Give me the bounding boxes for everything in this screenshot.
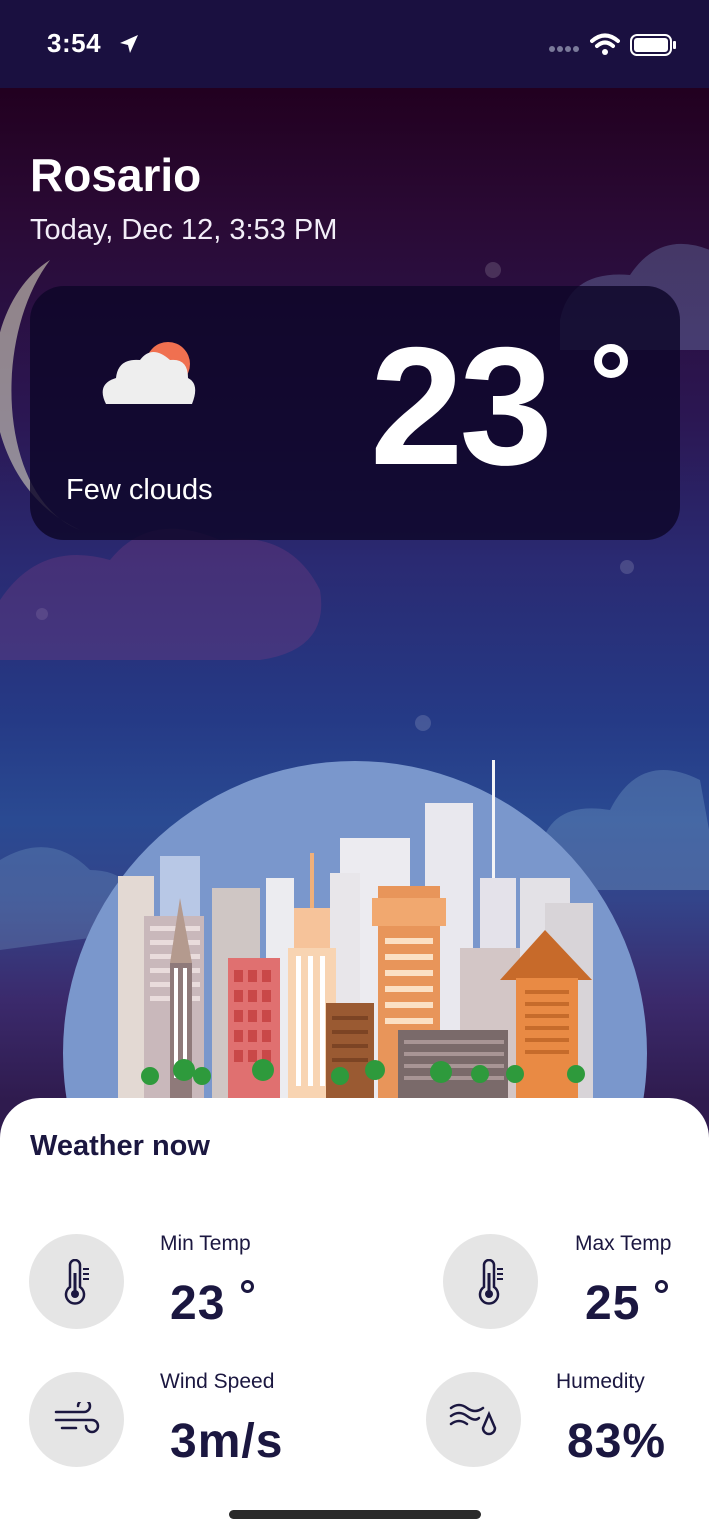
degree-symbol: [594, 344, 628, 378]
min-temp-value: 23: [170, 1277, 226, 1330]
status-time: 3:54: [47, 28, 102, 58]
max-temp-label: Max Temp: [575, 1232, 672, 1255]
min-temp-label: Min Temp: [160, 1232, 251, 1255]
current-temperature: 23: [370, 312, 553, 500]
city-globe-illustration: [63, 760, 647, 1098]
wind-speed-label: Wind Speed: [160, 1370, 275, 1393]
humidity-label: Humedity: [556, 1370, 645, 1393]
degree-symbol: [241, 1280, 254, 1293]
degree-symbol: [655, 1280, 668, 1293]
star: [485, 262, 501, 278]
humidity-icon-circle: [426, 1372, 521, 1467]
min-temp-icon-circle: [29, 1234, 124, 1329]
status-bar: 3:54: [0, 0, 709, 88]
cellular-signal-icon: [549, 46, 579, 52]
thermometer-icon: [64, 1258, 89, 1305]
wifi-icon: [590, 33, 620, 55]
max-temp-value: 25: [585, 1277, 641, 1330]
current-weather-card: Few clouds 23: [30, 286, 680, 540]
section-title: Weather now: [30, 1130, 210, 1162]
location-arrow-icon: [120, 35, 138, 53]
weather-description: Few clouds: [66, 474, 213, 506]
few-clouds-icon: [102, 342, 196, 404]
star: [620, 560, 634, 574]
thermometer-icon: [478, 1258, 503, 1305]
humidity-value: 83%: [567, 1415, 667, 1468]
humidity-icon: [449, 1403, 496, 1435]
wind-icon: [54, 1401, 99, 1433]
city-name: Rosario: [30, 149, 202, 201]
max-temp-icon-circle: [443, 1234, 538, 1329]
home-indicator[interactable]: [229, 1510, 481, 1519]
battery-icon: [630, 34, 676, 56]
date-time: Today, Dec 12, 3:53 PM: [30, 214, 338, 246]
wind-speed-value: 3m/s: [170, 1415, 284, 1468]
wind-icon-circle: [29, 1372, 124, 1467]
weather-now-sheet: Weather now Min Temp 23 Max Temp 25 Wind: [0, 1098, 709, 1536]
star: [415, 715, 431, 731]
